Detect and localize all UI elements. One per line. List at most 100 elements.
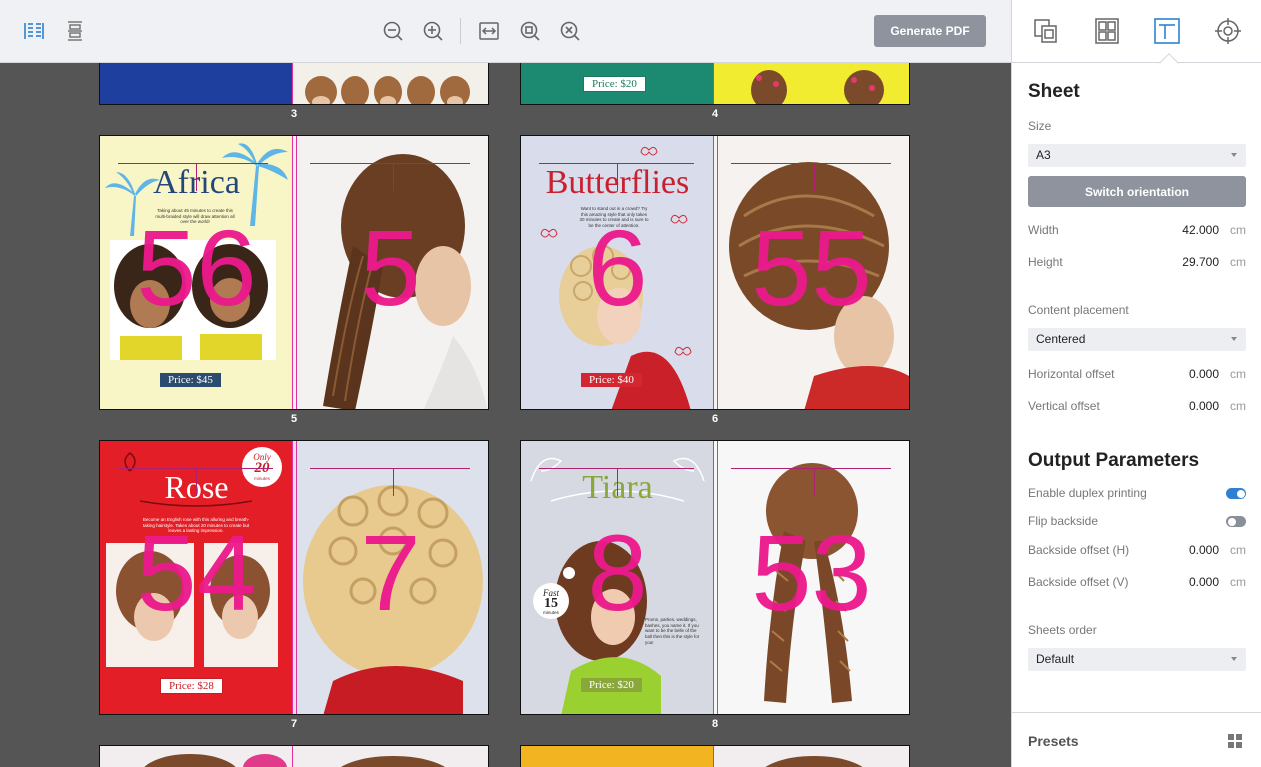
size-select[interactable]: A3 <box>1028 144 1246 167</box>
duplicate-pages-icon[interactable] <box>1031 16 1061 46</box>
grid-layout-icon[interactable] <box>1092 16 1122 46</box>
crosshair-target-icon[interactable] <box>1213 16 1243 46</box>
backside-offset-v-field[interactable]: 0.000 <box>1189 575 1219 589</box>
crop-mark <box>196 468 197 496</box>
sheet-5[interactable]: Africa Taking about 45 minutes to create… <box>99 135 489 410</box>
sheet-number: 3 <box>290 108 298 120</box>
crop-mark <box>731 163 891 164</box>
vertical-offset-field[interactable]: 0.000 <box>1189 399 1219 413</box>
sheet-6[interactable]: Butterflies Want to stand out in a crowd… <box>520 135 910 410</box>
horizontal-offset-label: Horizontal offset <box>1028 367 1115 381</box>
fit-width-icon[interactable] <box>477 19 501 43</box>
chevron-down-icon <box>1231 153 1237 157</box>
layout-columns-icon[interactable] <box>22 19 46 43</box>
backside-offset-h-unit: cm <box>1230 543 1246 557</box>
chevron-down-icon <box>1231 657 1237 661</box>
page-number-overlay: 54 <box>136 512 257 633</box>
switch-orientation-button[interactable]: Switch orientation <box>1028 176 1246 207</box>
crop-mark <box>814 468 815 496</box>
spine-guide <box>717 136 718 409</box>
output-section-title: Output Parameters <box>1028 450 1200 471</box>
toolbar-separator <box>460 18 461 44</box>
height-unit: cm <box>1230 255 1246 269</box>
page-number-overlay: 6 <box>587 207 648 328</box>
height-label: Height <box>1028 255 1063 269</box>
spine-guide <box>296 136 297 409</box>
price-tag: Price: $40 <box>581 373 642 387</box>
sheet-number: 8 <box>711 718 719 730</box>
sheet-canvas[interactable]: 3 Price: $20 4 Africa Taking about 45 mi… <box>0 63 1011 767</box>
flip-backside-toggle[interactable] <box>1226 516 1246 527</box>
toolbar: Generate PDF <box>0 0 1011 63</box>
zoom-reset-icon[interactable] <box>558 19 582 43</box>
spine-guide <box>292 136 293 409</box>
backside-offset-h-field[interactable]: 0.000 <box>1189 543 1219 557</box>
vertical-offset-label: Vertical offset <box>1028 399 1100 413</box>
presets-label: Presets <box>1028 733 1079 749</box>
presets-bar[interactable]: Presets <box>1012 712 1261 767</box>
time-badge: Only 20 minutes <box>242 447 282 487</box>
sheet-7[interactable]: Rose Only 20 minutes Become an English r… <box>99 440 489 715</box>
horizontal-offset-field[interactable]: 0.000 <box>1189 367 1219 381</box>
page-left <box>521 746 714 767</box>
horizontal-offset-unit: cm <box>1230 367 1246 381</box>
spine-guide <box>292 63 293 104</box>
size-select-value: A3 <box>1036 148 1051 162</box>
crop-mark <box>814 163 815 191</box>
width-field[interactable]: 42.000 <box>1182 223 1219 237</box>
crop-mark <box>310 468 470 469</box>
sheet-4[interactable]: Price: $20 <box>520 63 910 105</box>
sheet-3[interactable] <box>99 63 489 105</box>
generate-pdf-button[interactable]: Generate PDF <box>874 15 986 47</box>
sheet-8[interactable]: Tiara Fast 15 minutes Proms, parties, we… <box>520 440 910 715</box>
spine-guide <box>292 441 293 714</box>
grid-icon[interactable] <box>1228 734 1242 753</box>
backside-offset-v-unit: cm <box>1230 575 1246 589</box>
content-placement-value: Centered <box>1036 332 1086 346</box>
page-right: 7 <box>293 441 488 714</box>
zoom-in-icon[interactable] <box>421 19 445 43</box>
price-tag: Price: $45 <box>160 373 221 387</box>
crop-mark <box>617 163 618 191</box>
spine-guide <box>717 441 718 714</box>
page-left: Price: $20 <box>521 63 714 104</box>
sheet-section-title: Sheet <box>1028 81 1080 102</box>
badge-bottom-text: minutes <box>254 476 270 481</box>
size-label: Size <box>1028 119 1052 133</box>
duplex-toggle[interactable] <box>1226 488 1246 499</box>
page-number-overlay: 53 <box>751 512 872 633</box>
layout-rows-icon[interactable] <box>63 19 87 43</box>
page-right: 55 <box>714 136 909 409</box>
crop-mark <box>393 163 394 191</box>
page-number-overlay: 8 <box>587 512 648 633</box>
width-label: Width <box>1028 223 1059 237</box>
height-field[interactable]: 29.700 <box>1182 255 1219 269</box>
price-tag: Price: $20 <box>581 678 642 692</box>
sheet-number: 5 <box>290 413 298 425</box>
zoom-out-icon[interactable] <box>381 19 405 43</box>
hair-photo-strip <box>305 76 470 104</box>
sheet-number: 4 <box>711 108 719 120</box>
sheet-layout-icon[interactable] <box>1152 16 1182 46</box>
page-right <box>714 63 909 104</box>
page-right <box>714 746 909 767</box>
fit-page-icon[interactable] <box>518 19 542 43</box>
page-right: 53 <box>714 441 909 714</box>
page-right <box>293 746 488 767</box>
page-number-overlay: 5 <box>360 207 421 328</box>
width-unit: cm <box>1230 223 1246 237</box>
sheet-9[interactable] <box>99 745 489 767</box>
flip-backside-label: Flip backside <box>1028 514 1099 528</box>
page-left <box>100 746 293 767</box>
panel-tabs <box>1012 0 1261 63</box>
sheet-10[interactable] <box>520 745 910 767</box>
vertical-offset-unit: cm <box>1230 399 1246 413</box>
sheet-number: 7 <box>290 718 298 730</box>
crop-mark <box>393 468 394 496</box>
sheets-order-value: Default <box>1036 652 1075 666</box>
content-placement-select[interactable]: Centered <box>1028 328 1246 351</box>
sheets-order-select[interactable]: Default <box>1028 648 1246 671</box>
chevron-down-icon <box>1231 337 1237 341</box>
crop-mark <box>310 163 470 164</box>
page-right: 5 <box>293 136 488 409</box>
